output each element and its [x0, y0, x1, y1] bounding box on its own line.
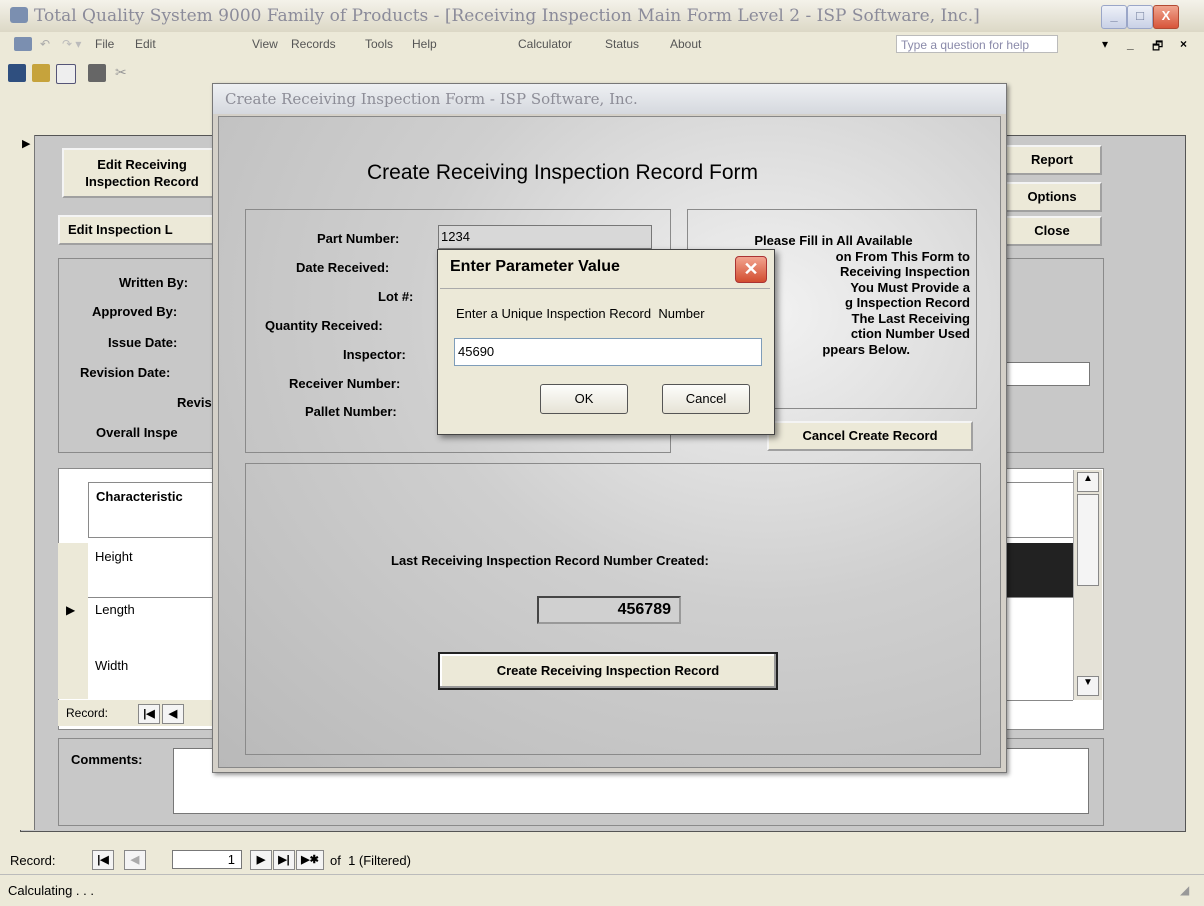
record-selector[interactable]: ▶: [20, 135, 35, 830]
scroll-thumb[interactable]: [1077, 494, 1099, 586]
grid-scrollbar[interactable]: ▲ ▼: [1073, 470, 1102, 700]
menu-help[interactable]: Help: [412, 37, 437, 51]
menu-records[interactable]: Records: [291, 37, 336, 51]
close-form-button[interactable]: Close: [1002, 216, 1102, 246]
menu-file[interactable]: File: [95, 37, 114, 51]
record-pointer-icon: ▶: [22, 138, 31, 150]
new-record-button[interactable]: ▶✱: [296, 850, 324, 870]
cancel-create-record-button[interactable]: Cancel Create Record: [767, 421, 973, 451]
open-book-icon[interactable]: [32, 64, 50, 82]
maximize-button[interactable]: □: [1127, 5, 1153, 29]
close-window-button[interactable]: X: [1153, 5, 1179, 29]
instruction-line: Please Fill in All Available: [754, 233, 913, 248]
revision-date-label: Revision Date:: [80, 365, 171, 380]
current-row-icon: ▶: [66, 603, 76, 617]
create-form-body: Create Receiving Inspection Record Form …: [218, 116, 1001, 768]
part-image: [1006, 543, 1073, 597]
app-title-bar: Total Quality System 9000 Family of Prod…: [0, 0, 1204, 33]
create-record-button[interactable]: Create Receiving Inspection Record: [438, 652, 778, 690]
quantity-received-label: Quantity Received:: [265, 318, 383, 333]
current-record-input[interactable]: 1: [172, 850, 242, 869]
last-record-number: 456789: [537, 596, 681, 624]
dialog-close-button[interactable]: ✕: [735, 256, 767, 283]
minimize-button[interactable]: _: [1101, 5, 1127, 29]
parameter-input[interactable]: 45690: [454, 338, 762, 366]
revision-label: Revis: [177, 395, 212, 410]
subform-prev-record-button[interactable]: ◀: [162, 704, 184, 724]
grid-row-selectors: [58, 543, 89, 699]
menu-edit[interactable]: Edit: [135, 37, 156, 51]
resize-grip-icon[interactable]: ◢: [1180, 883, 1189, 897]
record-count: of 1 (Filtered): [330, 853, 411, 868]
parameter-dialog-title: Enter Parameter Value: [450, 258, 620, 275]
create-form-heading: Create Receiving Inspection Record Form: [367, 161, 759, 184]
ok-button[interactable]: OK: [540, 384, 628, 414]
record-navigation: Record: |◀ ◀ 1 ▶ ▶| ▶✱ of 1 (Filtered): [0, 848, 1204, 872]
doc-close-button[interactable]: ×: [1180, 37, 1187, 51]
create-form-title: Create Receiving Inspection Form - ISP S…: [225, 90, 638, 108]
overall-inspection-label: Overall Inspe: [96, 425, 178, 440]
app-menu-icon[interactable]: [14, 37, 32, 51]
characteristic-column-header: Characteristic: [96, 489, 183, 504]
last-record-label: Last Receiving Inspection Record Number …: [391, 553, 709, 568]
menu-view[interactable]: View: [252, 37, 278, 51]
subform-record-nav: Record: |◀ ◀: [58, 700, 228, 726]
help-question-input[interactable]: Type a question for help: [896, 35, 1058, 53]
scroll-up-button[interactable]: ▲: [1077, 472, 1099, 492]
menu-calculator[interactable]: Calculator: [518, 37, 572, 51]
doc-restore-button[interactable]: 🗗: [1152, 37, 1163, 58]
app-title: Total Quality System 9000 Family of Prod…: [34, 6, 980, 26]
parameter-prompt: Enter a Unique Inspection Record Number: [456, 306, 705, 321]
part-number-field[interactable]: 1234: [438, 225, 652, 249]
comments-label: Comments:: [71, 752, 143, 767]
receiver-number-label: Receiver Number:: [289, 376, 401, 391]
part-number-label: Part Number:: [317, 231, 400, 246]
create-form-title-bar: Create Receiving Inspection Form - ISP S…: [213, 84, 1006, 114]
status-text: Calculating . . .: [8, 883, 94, 898]
first-record-button[interactable]: |◀: [92, 850, 114, 870]
pallet-number-label: Pallet Number:: [305, 404, 397, 419]
subform-first-record-button[interactable]: |◀: [138, 704, 160, 724]
row-characteristic: Length: [95, 602, 135, 617]
edit-receiving-button[interactable]: Edit Receiving Inspection Record: [62, 148, 222, 198]
record-label: Record:: [10, 853, 56, 868]
cut-icon[interactable]: ✂: [115, 64, 127, 81]
parameter-dialog: Enter Parameter Value ✕ Enter a Unique I…: [437, 249, 775, 435]
options-button[interactable]: Options: [1002, 182, 1102, 212]
doc-dropdown-icon[interactable]: ▾: [1102, 37, 1108, 51]
toolbar: ✂: [0, 58, 215, 88]
cancel-button[interactable]: Cancel: [662, 384, 750, 414]
menu-about[interactable]: About: [670, 37, 701, 51]
edit-inspection-button[interactable]: Edit Inspection L: [58, 215, 228, 245]
menu-bar: ↶ ↷ ▾ File Edit View Records Tools Help …: [0, 32, 1204, 58]
date-received-label: Date Received:: [296, 260, 390, 275]
app-icon: [10, 7, 28, 23]
last-record-button[interactable]: ▶|: [273, 850, 295, 870]
save-icon[interactable]: [8, 64, 26, 82]
next-record-button[interactable]: ▶: [250, 850, 272, 870]
menu-tools[interactable]: Tools: [365, 37, 393, 51]
lot-number-label: Lot #:: [378, 289, 414, 304]
written-by-label: Written By:: [119, 275, 189, 290]
report-button[interactable]: Report: [1002, 145, 1102, 175]
inspector-label: Inspector:: [343, 347, 406, 362]
header-field[interactable]: [1002, 362, 1090, 386]
print-icon[interactable]: [88, 64, 106, 82]
print-preview-icon[interactable]: [56, 64, 76, 84]
row-characteristic: Height: [95, 549, 133, 564]
approved-by-label: Approved By:: [92, 304, 178, 319]
undo-icon[interactable]: ↶: [40, 37, 50, 51]
row-characteristic: Width: [95, 658, 129, 673]
menu-status[interactable]: Status: [605, 37, 639, 51]
subform-record-label: Record:: [66, 706, 109, 720]
issue-date-label: Issue Date:: [108, 335, 178, 350]
dialog-divider: [440, 288, 770, 289]
status-bar: Calculating . . . ◢: [0, 874, 1204, 906]
doc-minimize-button[interactable]: _: [1127, 37, 1134, 51]
scroll-down-button[interactable]: ▼: [1077, 676, 1099, 696]
redo-icon[interactable]: ↷ ▾: [62, 37, 81, 51]
prev-record-button[interactable]: ◀: [124, 850, 146, 870]
